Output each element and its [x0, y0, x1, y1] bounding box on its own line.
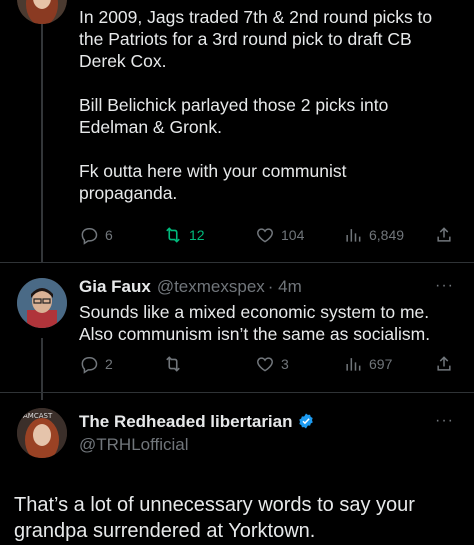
retweet-icon	[166, 227, 180, 243]
views-count: 697	[369, 356, 393, 372]
like-count: 3	[281, 356, 289, 372]
tweet1-text: In 2009, Jags traded 7th & 2nd round pic…	[79, 7, 433, 203]
tweet2-text: Sounds like a mixed economic system to m…	[79, 302, 431, 344]
share-button[interactable]	[434, 225, 454, 245]
share-button[interactable]	[434, 354, 454, 374]
thread-line-2	[41, 338, 43, 400]
tweet3-more-icon[interactable]: ···	[435, 412, 454, 430]
tweet3-author-name-text: The Redheaded libertarian	[79, 412, 293, 431]
retweet-button[interactable]: 12	[163, 225, 205, 245]
tweet2-more-icon[interactable]: ···	[435, 277, 454, 295]
like-count: 104	[281, 227, 305, 243]
tweet2-time[interactable]: · 4m	[268, 277, 302, 297]
like-button[interactable]: 3	[255, 354, 289, 374]
reply-icon	[81, 228, 98, 245]
views-button[interactable]: 6,849	[343, 225, 404, 245]
views-button[interactable]: 697	[343, 354, 392, 374]
views-icon	[346, 358, 361, 371]
views-count: 6,849	[369, 227, 405, 243]
divider-1	[0, 262, 474, 263]
retweet-button[interactable]	[163, 354, 189, 374]
reply-icon	[81, 357, 98, 374]
tweet3-text: That’s a lot of unnecessary words to say…	[14, 494, 415, 542]
tweet3-header: The Redheaded libertarian @TRHLofficial	[79, 412, 315, 455]
heart-icon	[257, 357, 273, 372]
heart-icon	[257, 228, 273, 243]
reply-count: 6	[105, 227, 113, 243]
reply-button[interactable]: 2	[79, 354, 113, 374]
retweet-icon	[166, 356, 180, 372]
reply-button[interactable]: 6	[79, 225, 113, 245]
divider-2	[0, 392, 474, 393]
tweet3-author-name[interactable]: The Redheaded libertarian	[79, 412, 315, 432]
retweet-count: 12	[189, 227, 205, 243]
avatar-tweet3[interactable]: AMCAST	[17, 408, 67, 458]
avatar-tweet1[interactable]	[17, 0, 67, 24]
like-button[interactable]: 104	[255, 225, 304, 245]
tweet1-actions: 6 12 104 6,849	[79, 222, 454, 248]
reply-count: 2	[105, 356, 113, 372]
avatar-tweet2[interactable]	[17, 278, 67, 328]
tweet2-actions: 2 3 697	[79, 351, 454, 377]
thread-line-1	[41, 0, 43, 262]
tweet2-header: Gia Faux @texmexspex · 4m	[79, 277, 302, 297]
tweet2-handle[interactable]: @texmexspex	[157, 277, 265, 297]
share-icon	[437, 356, 451, 371]
share-icon	[437, 227, 451, 242]
avatar-label: AMCAST	[23, 412, 53, 420]
verified-badge-icon	[298, 413, 313, 429]
views-icon	[346, 229, 361, 242]
tweet3-handle[interactable]: @TRHLofficial	[79, 435, 189, 455]
tweet2-author-name[interactable]: Gia Faux	[79, 277, 151, 297]
